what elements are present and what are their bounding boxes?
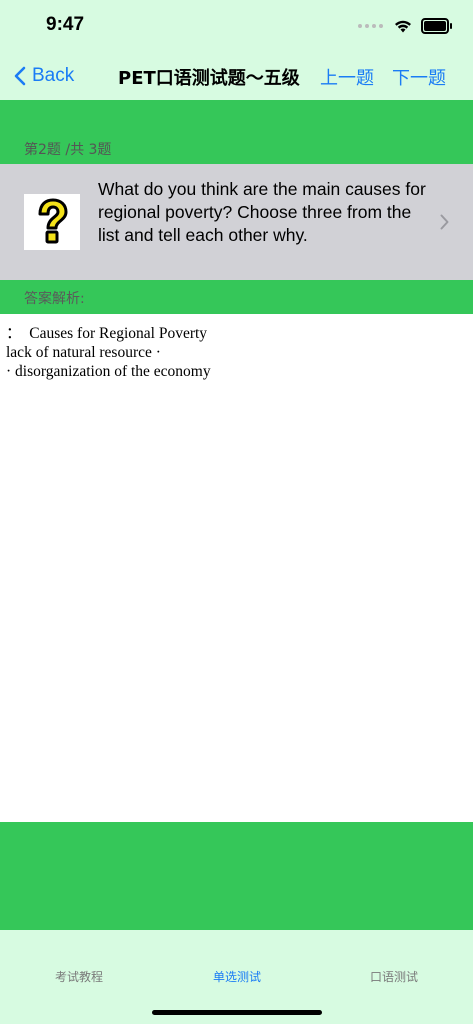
battery-icon — [421, 18, 452, 34]
answer-label: 答案解析: — [24, 291, 85, 307]
question-mark-icon — [38, 198, 68, 244]
back-button[interactable]: Back — [14, 62, 74, 90]
status-time: 9:47 — [46, 14, 85, 35]
signal-icon — [358, 24, 383, 28]
chevron-left-icon — [14, 66, 26, 86]
tab-exam-tutorial[interactable]: 考试教程 — [0, 968, 158, 985]
home-indicator[interactable] — [152, 1010, 322, 1015]
tab-bar: 考试教程 单选测试 口语测试 — [0, 930, 473, 1024]
nav-bar: Back PET口语测试题～五级 上一题 下一题 — [0, 52, 473, 100]
question-counter: 第2题 /共 3题 — [24, 142, 112, 158]
tab-oral-test[interactable]: 口语测试 — [315, 968, 473, 985]
next-question-button[interactable]: 下一题 — [392, 64, 446, 90]
tab-single-choice-test[interactable]: 单选测试 — [158, 968, 316, 985]
question-image — [24, 194, 80, 250]
answer-line: lack of natural resource · — [6, 344, 161, 361]
wifi-icon — [395, 20, 411, 32]
answer-line: · disorganization of the economy — [6, 363, 211, 380]
status-bar: 9:47 — [0, 0, 473, 52]
answer-content: ： Causes for Regional Poverty lack of na… — [6, 324, 466, 381]
question-row[interactable]: What do you think are the main causes fo… — [0, 164, 473, 280]
page-title: PET口语测试题～五级 — [118, 68, 300, 89]
answer-header-band: 答案解析: — [0, 280, 473, 314]
back-label: Back — [32, 65, 75, 86]
previous-question-button[interactable]: 上一题 — [320, 64, 374, 90]
status-icons — [358, 16, 452, 36]
chevron-right-icon — [440, 214, 449, 230]
bottom-band — [0, 822, 473, 930]
question-text: What do you think are the main causes fo… — [98, 179, 426, 245]
answer-line: ： Causes for Regional Poverty — [6, 325, 208, 342]
